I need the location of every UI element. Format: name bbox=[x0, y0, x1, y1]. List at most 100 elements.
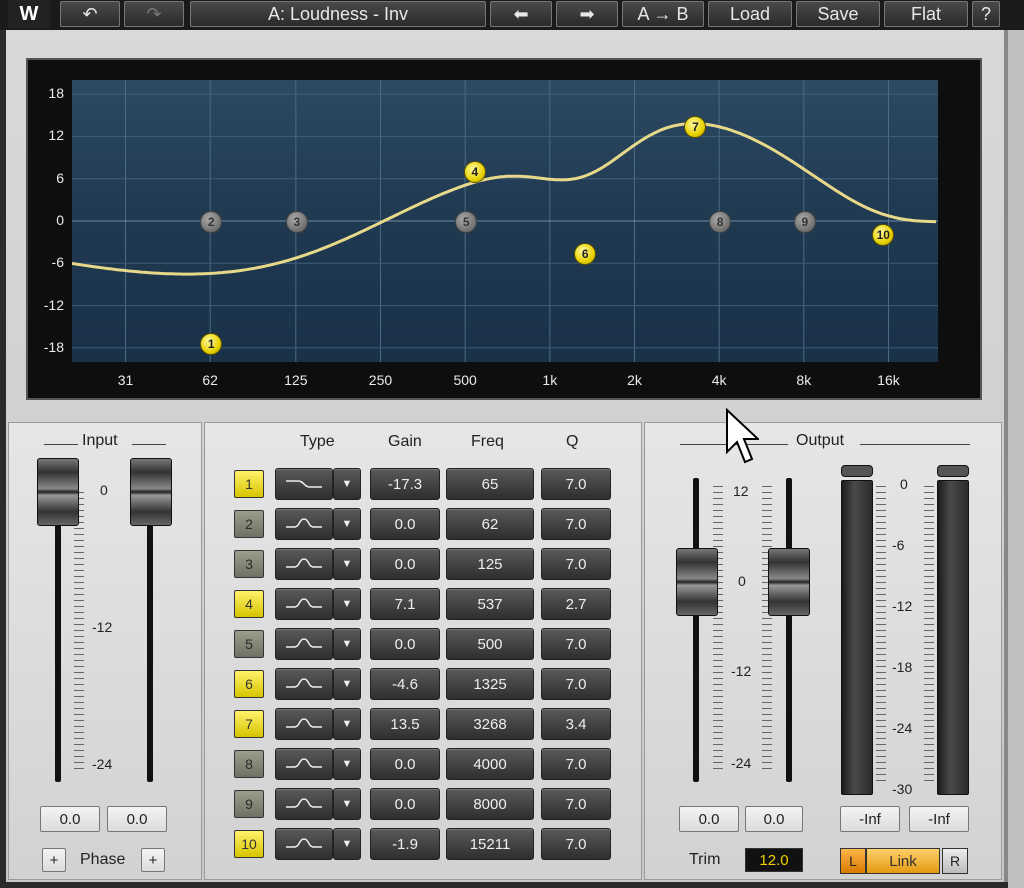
output-right-value[interactable]: 0.0 bbox=[745, 806, 803, 832]
filter-type-4[interactable] bbox=[275, 588, 333, 620]
link-button[interactable]: Link bbox=[866, 848, 940, 874]
gain-field-10[interactable]: -1.9 bbox=[370, 828, 440, 860]
q-field-1[interactable]: 7.0 bbox=[541, 468, 611, 500]
undo-button[interactable]: ↶ bbox=[60, 1, 120, 27]
filter-type-6[interactable] bbox=[275, 668, 333, 700]
freq-field-5[interactable]: 500 bbox=[446, 628, 534, 660]
right-peak-value[interactable]: -Inf bbox=[909, 806, 969, 832]
band-enable-button-2[interactable]: 2 bbox=[234, 510, 264, 538]
filter-type-dropdown-8[interactable]: ▼ bbox=[333, 748, 361, 780]
band-enable-button-5[interactable]: 5 bbox=[234, 630, 264, 658]
preset-name-display[interactable]: A: Loudness - Inv bbox=[190, 1, 486, 27]
next-preset-button[interactable]: ➡ bbox=[556, 1, 618, 27]
filter-type-10[interactable] bbox=[275, 828, 333, 860]
filter-type-dropdown-1[interactable]: ▼ bbox=[333, 468, 361, 500]
redo-button[interactable]: ↷ bbox=[124, 1, 184, 27]
gain-field-6[interactable]: -4.6 bbox=[370, 668, 440, 700]
q-field-4[interactable]: 2.7 bbox=[541, 588, 611, 620]
output-title: Output bbox=[796, 432, 845, 449]
gain-field-3[interactable]: 0.0 bbox=[370, 548, 440, 580]
filter-type-dropdown-4[interactable]: ▼ bbox=[333, 588, 361, 620]
filter-type-dropdown-2[interactable]: ▼ bbox=[333, 508, 361, 540]
q-field-7[interactable]: 3.4 bbox=[541, 708, 611, 740]
freq-field-4[interactable]: 537 bbox=[446, 588, 534, 620]
band-enable-button-10[interactable]: 10 bbox=[234, 830, 264, 858]
help-button[interactable]: ? bbox=[972, 1, 1000, 27]
freq-field-7[interactable]: 3268 bbox=[446, 708, 534, 740]
band-node-8[interactable]: 8 bbox=[709, 211, 732, 233]
band-node-5[interactable]: 5 bbox=[455, 211, 478, 233]
trim-value[interactable]: 12.0 bbox=[745, 848, 803, 872]
filter-type-1[interactable] bbox=[275, 468, 333, 500]
freq-field-8[interactable]: 4000 bbox=[446, 748, 534, 780]
band-enable-button-3[interactable]: 3 bbox=[234, 550, 264, 578]
filter-type-5[interactable] bbox=[275, 628, 333, 660]
band-node-9[interactable]: 9 bbox=[793, 211, 816, 233]
band-enable-button-8[interactable]: 8 bbox=[234, 750, 264, 778]
filter-type-3[interactable] bbox=[275, 548, 333, 580]
band-node-1[interactable]: 1 bbox=[200, 332, 223, 355]
link-left-button[interactable]: L bbox=[840, 848, 866, 874]
x-tick-label: 250 bbox=[368, 372, 393, 388]
freq-field-1[interactable]: 65 bbox=[446, 468, 534, 500]
freq-field-10[interactable]: 15211 bbox=[446, 828, 534, 860]
filter-type-dropdown-3[interactable]: ▼ bbox=[333, 548, 361, 580]
freq-field-6[interactable]: 1325 bbox=[446, 668, 534, 700]
filter-type-8[interactable] bbox=[275, 748, 333, 780]
save-button[interactable]: Save bbox=[796, 1, 880, 27]
load-button[interactable]: Load bbox=[708, 1, 792, 27]
input-left-fader[interactable] bbox=[37, 458, 79, 526]
filter-type-7[interactable] bbox=[275, 708, 333, 740]
q-field-10[interactable]: 7.0 bbox=[541, 828, 611, 860]
phase-right-button[interactable]: + bbox=[141, 848, 165, 872]
output-left-value[interactable]: 0.0 bbox=[679, 806, 739, 832]
q-field-8[interactable]: 7.0 bbox=[541, 748, 611, 780]
gain-field-9[interactable]: 0.0 bbox=[370, 788, 440, 820]
ab-compare-button[interactable]: A → B bbox=[622, 1, 704, 27]
input-right-value[interactable]: 0.0 bbox=[107, 806, 167, 832]
filter-type-9[interactable] bbox=[275, 788, 333, 820]
prev-preset-button[interactable]: ⬅ bbox=[490, 1, 552, 27]
band-node-3[interactable]: 3 bbox=[285, 211, 308, 233]
y-tick-label: -18 bbox=[43, 338, 64, 355]
filter-type-2[interactable] bbox=[275, 508, 333, 540]
gain-field-4[interactable]: 7.1 bbox=[370, 588, 440, 620]
gain-field-1[interactable]: -17.3 bbox=[370, 468, 440, 500]
q-field-6[interactable]: 7.0 bbox=[541, 668, 611, 700]
output-left-fader[interactable] bbox=[676, 548, 718, 616]
left-peak-value[interactable]: -Inf bbox=[840, 806, 900, 832]
band-enable-button-7[interactable]: 7 bbox=[234, 710, 264, 738]
filter-type-dropdown-6[interactable]: ▼ bbox=[333, 668, 361, 700]
gain-field-2[interactable]: 0.0 bbox=[370, 508, 440, 540]
band-enable-button-1[interactable]: 1 bbox=[234, 470, 264, 498]
band-enable-button-9[interactable]: 9 bbox=[234, 790, 264, 818]
filter-type-dropdown-7[interactable]: ▼ bbox=[333, 708, 361, 740]
phase-left-button[interactable]: + bbox=[42, 848, 66, 872]
input-right-fader[interactable] bbox=[130, 458, 172, 526]
q-field-5[interactable]: 7.0 bbox=[541, 628, 611, 660]
q-field-9[interactable]: 7.0 bbox=[541, 788, 611, 820]
output-tick-neg24: -24 bbox=[731, 755, 752, 771]
dropdown-arrow-icon: ▼ bbox=[341, 478, 353, 490]
meter-tick-label: 0 bbox=[900, 476, 908, 492]
filter-type-dropdown-9[interactable]: ▼ bbox=[333, 788, 361, 820]
freq-field-2[interactable]: 62 bbox=[446, 508, 534, 540]
gain-field-7[interactable]: 13.5 bbox=[370, 708, 440, 740]
band-node-4[interactable]: 4 bbox=[463, 160, 486, 183]
filter-type-dropdown-10[interactable]: ▼ bbox=[333, 828, 361, 860]
link-right-button[interactable]: R bbox=[942, 848, 968, 874]
q-field-3[interactable]: 7.0 bbox=[541, 548, 611, 580]
filter-type-dropdown-5[interactable]: ▼ bbox=[333, 628, 361, 660]
gain-field-5[interactable]: 0.0 bbox=[370, 628, 440, 660]
input-left-value[interactable]: 0.0 bbox=[40, 806, 100, 832]
right-meter-cap bbox=[937, 465, 969, 477]
gain-field-8[interactable]: 0.0 bbox=[370, 748, 440, 780]
band-enable-button-6[interactable]: 6 bbox=[234, 670, 264, 698]
output-right-fader[interactable] bbox=[768, 548, 810, 616]
band-enable-button-4[interactable]: 4 bbox=[234, 590, 264, 618]
flat-button[interactable]: Flat bbox=[884, 1, 968, 27]
freq-field-9[interactable]: 8000 bbox=[446, 788, 534, 820]
freq-field-3[interactable]: 125 bbox=[446, 548, 534, 580]
q-field-2[interactable]: 7.0 bbox=[541, 508, 611, 540]
trim-label: Trim bbox=[689, 851, 721, 868]
